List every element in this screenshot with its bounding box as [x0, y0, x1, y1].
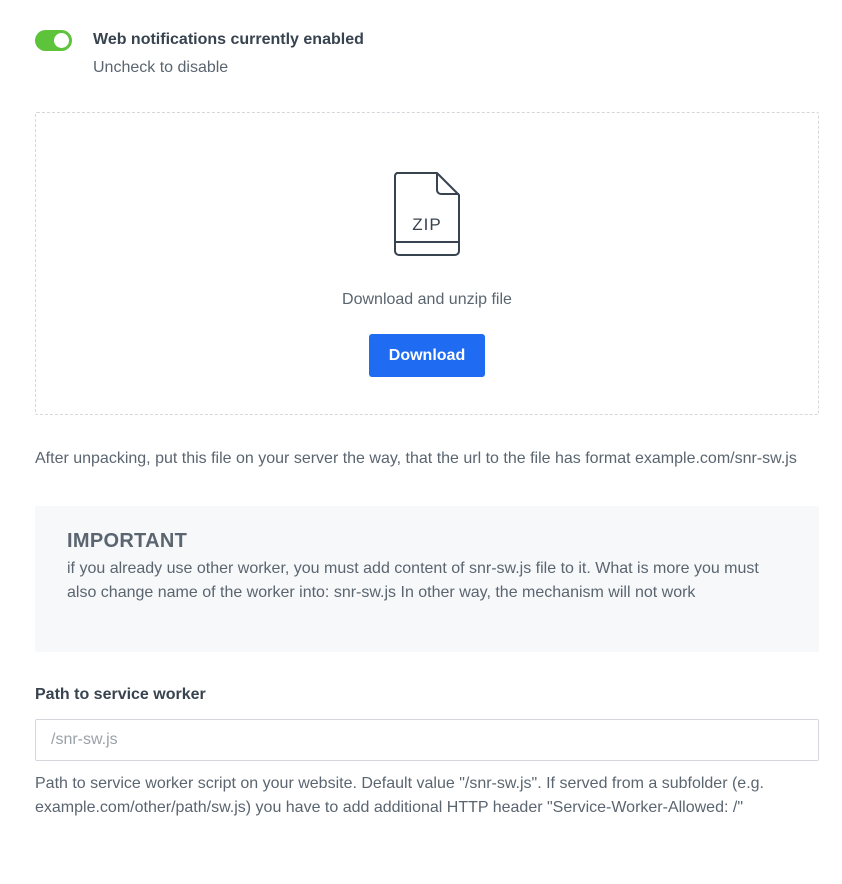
zip-icon-label: ZIP: [412, 215, 441, 234]
download-dropzone: ZIP Download and unzip file Download: [35, 112, 819, 415]
service-worker-path-input[interactable]: [35, 719, 819, 761]
unpack-instructions: After unpacking, put this file on your s…: [35, 450, 797, 467]
zip-file-icon: ZIP: [393, 172, 460, 256]
notifications-toggle-row: Web notifications currently enabled Unch…: [35, 29, 819, 81]
notifications-toggle[interactable]: [35, 30, 72, 51]
service-worker-path-label: Path to service worker: [35, 686, 206, 703]
important-title: IMPORTANT: [67, 530, 188, 552]
important-notice: IMPORTANT if you already use other worke…: [35, 506, 819, 652]
service-worker-path-help: Path to service worker script on your we…: [35, 775, 764, 816]
notifications-status-subtitle: Uncheck to disable: [93, 59, 229, 76]
notifications-status-title: Web notifications currently enabled: [93, 31, 364, 48]
important-body: if you already use other worker, you mus…: [67, 560, 759, 601]
toggle-knob: [54, 33, 69, 48]
download-button[interactable]: Download: [369, 334, 485, 377]
download-instruction: Download and unzip file: [342, 291, 512, 308]
